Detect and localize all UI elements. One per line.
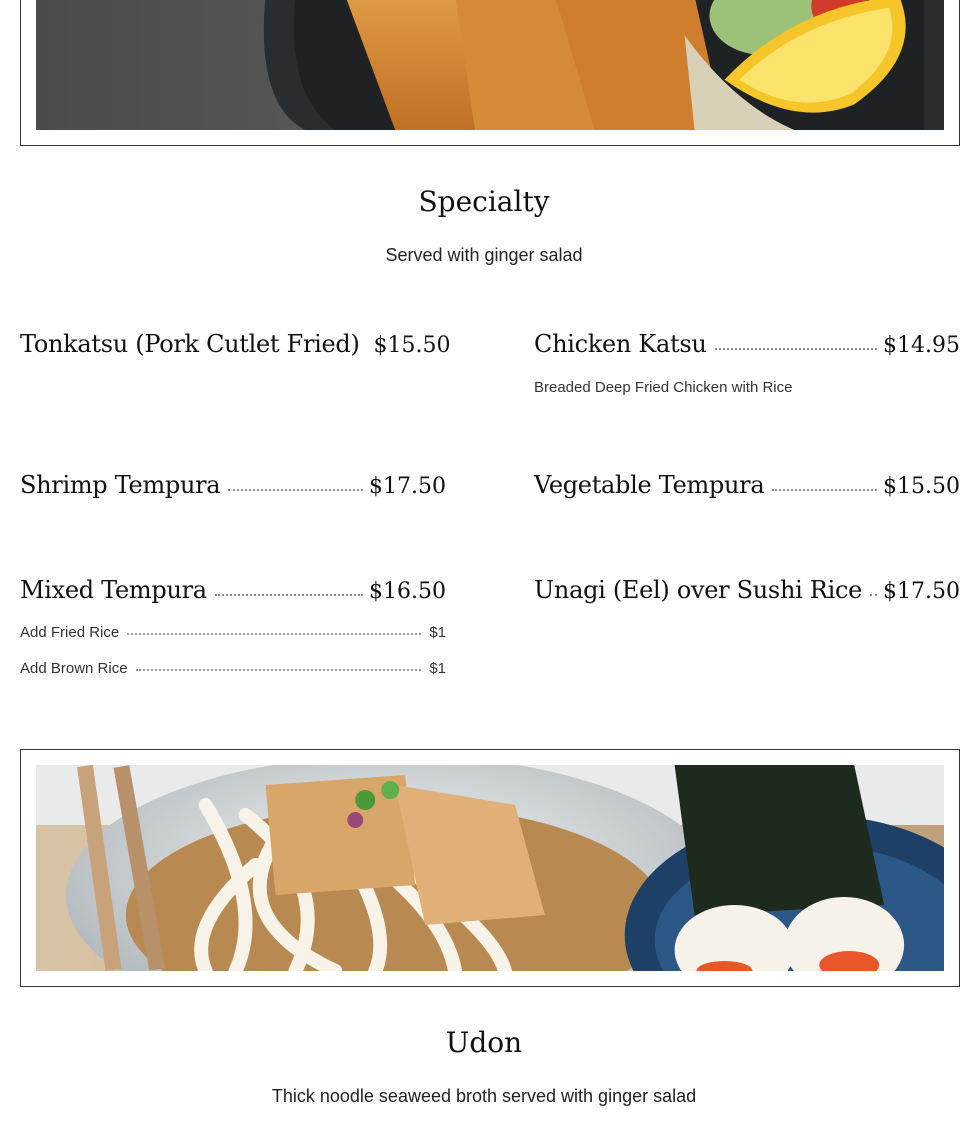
- menu-item-unagi: Unagi (Eel) over Sushi Rice $17.50: [534, 576, 960, 604]
- addon-price: $1: [429, 624, 446, 641]
- udon-photo: [36, 765, 944, 971]
- menu-item-mixed-tempura: Mixed Tempura $16.50: [20, 576, 446, 604]
- udon-photo-frame: [20, 749, 960, 987]
- menu-item-name: Shrimp Tempura: [20, 471, 221, 499]
- dot-leader: [228, 488, 364, 491]
- addon-name: Add Fried Rice: [20, 624, 120, 641]
- specialty-subtitle: Served with ginger salad: [385, 245, 583, 265]
- dot-leader: [135, 669, 422, 671]
- dot-leader: [772, 488, 878, 491]
- addon-price: $1: [429, 660, 446, 677]
- menu-item-price: $14.95: [883, 333, 960, 358]
- menu-item-chicken-katsu: Chicken Katsu $14.95: [534, 330, 960, 358]
- menu-item-name: Mixed Tempura: [20, 576, 207, 604]
- menu-item-shrimp-tempura: Shrimp Tempura $17.50: [20, 471, 446, 499]
- dot-leader: [214, 593, 364, 596]
- addon-fried-rice: Add Fried Rice $1: [20, 624, 446, 641]
- menu-item-price: $16.50: [369, 579, 446, 604]
- dot-leader: [870, 593, 878, 596]
- menu-item-name: Vegetable Tempura: [534, 471, 765, 499]
- menu-item-price: $17.50: [369, 474, 446, 499]
- menu-item-name: Chicken Katsu: [534, 330, 707, 358]
- menu-item-description: Breaded Deep Fried Chicken with Rice: [534, 379, 793, 396]
- specialty-title: Specialty: [418, 185, 550, 218]
- addon-name: Add Brown Rice: [20, 660, 128, 677]
- menu-item-price: $15.50: [883, 474, 960, 499]
- menu-item-tonkatsu: Tonkatsu (Pork Cutlet Fried) $15.50: [20, 330, 451, 358]
- menu-item-price: $15.50: [373, 333, 451, 358]
- dot-leader: [714, 347, 878, 350]
- menu-item-price: $17.50: [883, 579, 960, 604]
- dot-leader: [127, 633, 422, 635]
- menu-item-vegetable-tempura: Vegetable Tempura $15.50: [534, 471, 960, 499]
- udon-subtitle: Thick noodle seaweed broth served with g…: [271, 1086, 697, 1106]
- addon-brown-rice: Add Brown Rice $1: [20, 660, 446, 677]
- udon-title: Udon: [445, 1026, 523, 1059]
- menu-item-name: Tonkatsu (Pork Cutlet Fried): [20, 330, 360, 358]
- menu-item-name: Unagi (Eel) over Sushi Rice: [534, 576, 862, 604]
- tonkatsu-photo-frame: [20, 0, 960, 146]
- tonkatsu-photo: [36, 0, 944, 130]
